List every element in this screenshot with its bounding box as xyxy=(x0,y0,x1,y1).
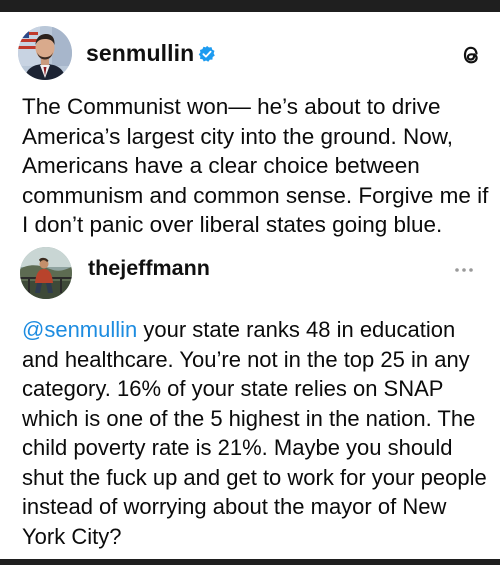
more-options-icon[interactable] xyxy=(454,267,474,273)
reply-body-content: your state ranks 48 in education and hea… xyxy=(22,317,487,549)
username[interactable]: senmullin xyxy=(86,40,216,67)
senator-portrait-avatar[interactable] xyxy=(18,26,72,80)
reply-body-text: @senmullin your state ranks 48 in educat… xyxy=(22,315,492,551)
reply-username[interactable]: thejeffmann xyxy=(88,256,210,281)
threads-logo-icon[interactable] xyxy=(460,43,482,67)
outdoor-photo-avatar[interactable] xyxy=(20,247,72,299)
verified-badge-icon xyxy=(198,45,216,62)
mention-link[interactable]: @senmullin xyxy=(22,317,137,342)
reply-header: thejeffmann xyxy=(20,247,210,299)
bottom-frame-bar xyxy=(0,559,500,565)
top-frame-bar xyxy=(0,0,500,12)
post-body-text: The Communist won— he’s about to drive A… xyxy=(22,94,489,237)
username-text[interactable]: senmullin xyxy=(86,40,194,66)
post-header: senmullin xyxy=(18,26,216,80)
